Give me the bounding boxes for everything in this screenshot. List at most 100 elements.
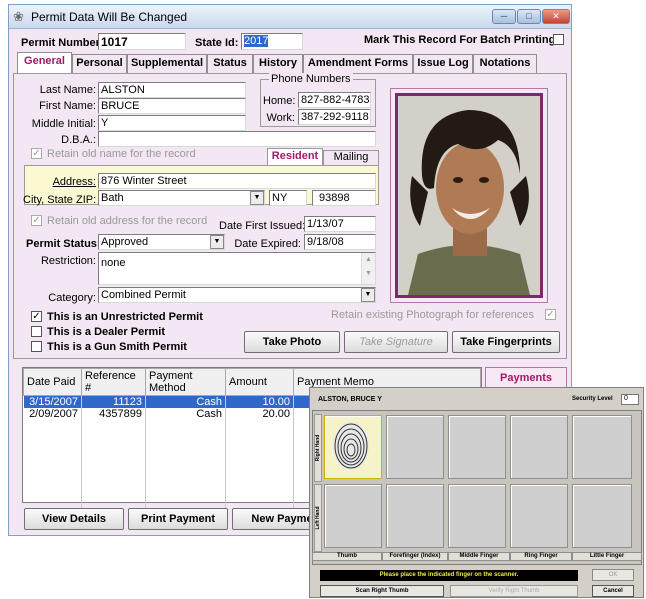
retain-address-label: Retain old address for the record	[47, 215, 208, 227]
batch-print-checkbox[interactable]	[553, 34, 564, 45]
gunsmith-label: This is a Gun Smith Permit	[47, 341, 187, 353]
close-button[interactable]: ✕	[542, 9, 570, 24]
tab-history[interactable]: History	[253, 54, 303, 73]
portrait-image	[398, 96, 540, 295]
date-first-issued-label: Date First Issued:	[219, 220, 306, 232]
work-phone-label: Work:	[266, 112, 295, 124]
fp-cell-left-index[interactable]	[386, 484, 444, 548]
city-state-zip-label: City, State ZIP:	[23, 194, 97, 206]
work-phone-field[interactable]: 387-292-9118	[298, 109, 371, 125]
date-expired-label: Date Expired:	[234, 238, 301, 250]
state-field[interactable]: NY	[269, 190, 307, 206]
category-label: Category:	[48, 292, 96, 304]
window-title: Permit Data Will Be Changed	[31, 10, 188, 24]
batch-print-label: Mark This Record For Batch Printing	[364, 34, 556, 46]
fp-cell-left-little[interactable]	[572, 484, 632, 548]
take-signature-button[interactable]: Take Signature	[344, 331, 448, 353]
col-payment-method[interactable]: Payment Method	[145, 368, 226, 396]
tab-amendment-forms[interactable]: Amendment Forms	[303, 54, 413, 73]
tab-resident[interactable]: Resident	[267, 148, 323, 165]
fp-cell-left-thumb[interactable]	[324, 484, 382, 548]
retain-name-label: Retain old name for the record	[47, 148, 196, 160]
permit-status-label: Permit Status:	[26, 238, 101, 250]
retain-name-checkbox[interactable]: ✓	[31, 148, 42, 159]
tab-supplemental[interactable]: Supplemental	[127, 54, 207, 73]
retain-address-checkbox[interactable]: ✓	[31, 215, 42, 226]
left-hand-label: Left Hand	[314, 484, 322, 552]
tab-mailing[interactable]: Mailing	[323, 150, 379, 165]
tab-issue-log[interactable]: Issue Log	[413, 54, 473, 73]
fp-cell-right-ring[interactable]	[510, 415, 568, 479]
minimize-button[interactable]: ─	[492, 9, 516, 24]
fp-cancel-button[interactable]: Cancel	[592, 585, 634, 597]
tab-personal[interactable]: Personal	[72, 54, 127, 73]
security-level-label: Security Level	[572, 396, 613, 402]
fp-cell-right-little[interactable]	[572, 415, 632, 479]
maximize-button[interactable]: □	[517, 9, 541, 24]
gunsmith-checkbox[interactable]	[31, 341, 42, 352]
restriction-field[interactable]: none	[98, 252, 376, 285]
photo-frame	[390, 88, 548, 303]
fp-person-name: ALSTON, BRUCE Y	[318, 396, 382, 403]
title-bar: ❀ Permit Data Will Be Changed ─ □ ✕	[9, 5, 571, 29]
col-amount[interactable]: Amount	[225, 368, 294, 396]
col-reference[interactable]: Reference #	[81, 368, 146, 396]
permit-status-field[interactable]: Approved	[98, 234, 225, 250]
payments-button[interactable]: Payments	[485, 367, 567, 389]
col-date-paid[interactable]: Date Paid	[23, 368, 82, 396]
fp-cell-right-thumb[interactable]	[324, 415, 382, 479]
dealer-checkbox[interactable]	[31, 326, 42, 337]
scan-right-thumb-button[interactable]: Scan Right Thumb	[320, 585, 444, 597]
dealer-label: This is a Dealer Permit	[47, 326, 165, 338]
first-name-label: First Name:	[39, 100, 96, 112]
fp-cell-right-index[interactable]	[386, 415, 444, 479]
middle-initial-field[interactable]: Y	[98, 115, 246, 131]
take-photo-button[interactable]: Take Photo	[244, 331, 340, 353]
restriction-label: Restriction:	[40, 255, 96, 267]
address-field[interactable]: 876 Winter Street	[98, 173, 376, 189]
city-field[interactable]: Bath	[98, 190, 265, 206]
fingerprint-dialog: ALSTON, BRUCE Y Security Level 0 Right H…	[309, 387, 644, 598]
last-name-field[interactable]: ALSTON	[98, 82, 246, 98]
permit-number-field[interactable]: 1017	[98, 33, 186, 50]
print-payment-button[interactable]: Print Payment	[128, 508, 228, 530]
category-field[interactable]: Combined Permit	[98, 287, 376, 303]
app-icon: ❀	[13, 9, 24, 24]
unrestricted-label: This is an Unrestricted Permit	[47, 311, 203, 323]
city-dropdown-button[interactable]: ▼	[250, 191, 264, 205]
date-first-issued-field[interactable]: 1/13/07	[304, 216, 376, 232]
state-id-label: State Id:	[195, 37, 239, 49]
dba-field[interactable]	[98, 131, 376, 147]
permit-status-dropdown-button[interactable]: ▼	[210, 235, 224, 249]
tab-notations[interactable]: Notations	[473, 54, 537, 73]
finger-label-index: Forefinger (Index)	[382, 552, 448, 561]
fp-cell-right-middle[interactable]	[448, 415, 506, 479]
zip-field[interactable]: 93898	[312, 190, 376, 206]
unrestricted-checkbox[interactable]: ✓	[31, 311, 42, 322]
finger-label-middle: Middle Finger	[448, 552, 510, 561]
middle-initial-label: Middle Initial:	[31, 118, 96, 130]
retain-photo-label: Retain existing Photograph for reference…	[331, 309, 535, 321]
permit-number-label: Permit Number:	[21, 37, 104, 49]
retain-photo-checkbox[interactable]: ✓	[545, 309, 556, 320]
fingerprint-image	[333, 422, 369, 470]
tab-general[interactable]: General	[17, 52, 72, 74]
fp-cell-left-ring[interactable]	[510, 484, 568, 548]
right-hand-label: Right Hand	[314, 414, 322, 482]
finger-label-ring: Ring Finger	[510, 552, 572, 561]
home-phone-field[interactable]: 827-882-4783	[298, 92, 371, 108]
first-name-field[interactable]: BRUCE	[98, 98, 246, 114]
address-label: Address:	[52, 176, 96, 188]
take-fingerprints-button[interactable]: Take Fingerprints	[452, 331, 560, 353]
view-details-button[interactable]: View Details	[24, 508, 124, 530]
tab-status[interactable]: Status	[207, 54, 253, 73]
category-dropdown-button[interactable]: ▼	[361, 288, 375, 302]
verify-right-thumb-button[interactable]: Verify Right Thumb	[450, 585, 578, 597]
date-expired-field[interactable]: 9/18/08	[304, 234, 376, 250]
restriction-scrollbar[interactable]: ▲ ▼	[361, 253, 375, 284]
state-id-field[interactable]: 2017	[241, 33, 303, 50]
security-level-field[interactable]: 0	[621, 394, 639, 405]
fp-ok-button[interactable]: OK	[592, 569, 634, 581]
fp-cell-left-middle[interactable]	[448, 484, 506, 548]
fp-instruction-bar: Please place the indicated finger on the…	[320, 570, 578, 581]
